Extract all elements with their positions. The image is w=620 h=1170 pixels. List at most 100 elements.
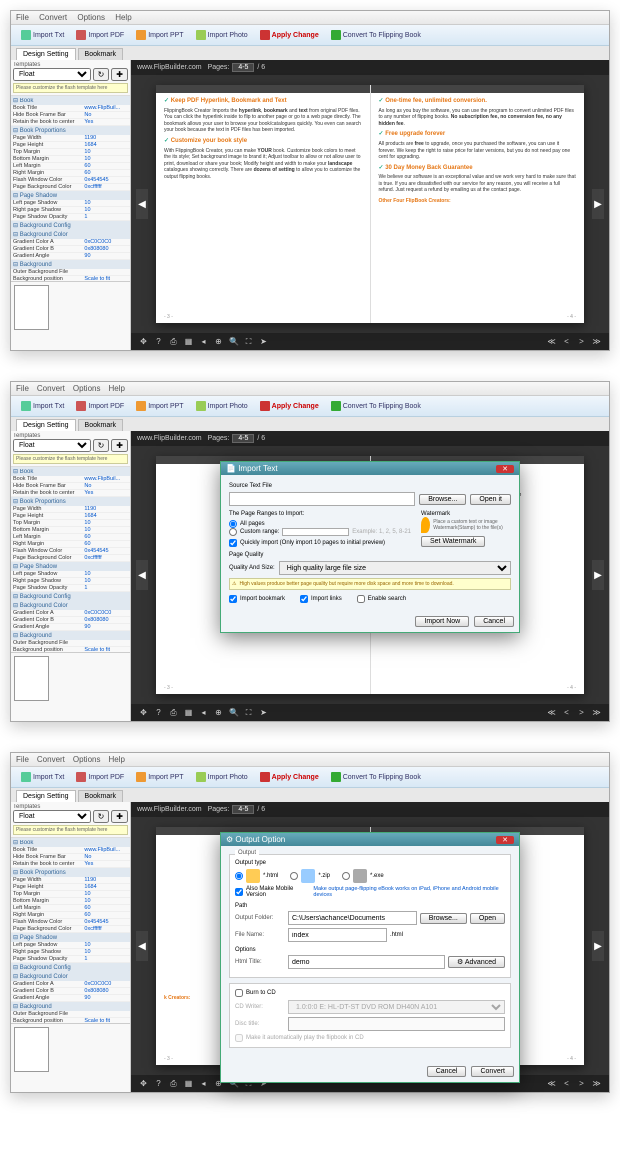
prop-row[interactable]: Background positionScale to fit [11,276,130,281]
prop-row[interactable]: Left page Shadow10 [11,200,130,207]
convert-button[interactable]: Convert To Flipping Book [326,28,426,42]
prop-row[interactable]: Page Height1684 [11,884,130,891]
prop-row[interactable]: Page Height1684 [11,513,130,520]
import-ppt-button[interactable]: Import PPT [131,399,188,413]
prop-row[interactable]: Page Width1190 [11,506,130,513]
prop-header[interactable]: ⊟ Background [11,260,130,269]
prop-row[interactable]: Right Margin60 [11,541,130,548]
zoom-icon[interactable]: ⊕ [214,337,223,346]
file-name-input[interactable] [288,928,387,942]
prop-row[interactable]: Hide Book Frame BarNo [11,854,130,861]
prop-row[interactable]: Page Shadow Opacity1 [11,214,130,221]
prop-row[interactable]: Background positionScale to fit [11,1018,130,1023]
prop-row[interactable]: Bottom Margin10 [11,898,130,905]
prop-row[interactable]: Left page Shadow10 [11,571,130,578]
prev-page-arrow[interactable]: ◀ [136,189,148,219]
prop-row[interactable]: Flash Window Color0x454545 [11,177,130,184]
sound-icon[interactable]: ◂ [199,337,208,346]
menu-convert[interactable]: Convert [39,13,67,22]
prop-row[interactable]: Outer Background File [11,1011,130,1018]
prop-row[interactable]: Right Margin60 [11,170,130,177]
prop-header[interactable]: ⊟ Book [11,838,130,847]
prop-header[interactable]: ⊟ Background Config [11,963,130,972]
html-radio[interactable] [235,872,243,880]
browse-folder-button[interactable]: Browse... [420,913,467,924]
prop-header[interactable]: ⊟ Background Config [11,592,130,601]
prop-header[interactable]: ⊟ Page Shadow [11,191,130,200]
prop-row[interactable]: Gradient Color B0x808080 [11,617,130,624]
source-file-input[interactable] [229,492,415,506]
import-photo-button[interactable]: Import Photo [191,399,253,413]
prop-row[interactable]: Page Height1684 [11,142,130,149]
prop-row[interactable]: Gradient Angle90 [11,253,130,260]
prop-row[interactable]: Page Shadow Opacity1 [11,956,130,963]
open-button[interactable]: Open it [470,494,511,505]
prop-row[interactable]: Retain the book to centerYes [11,490,130,497]
prop-row[interactable]: Left Margin60 [11,163,130,170]
all-pages-radio[interactable] [229,520,237,528]
prop-row[interactable]: Book Titlewww.FlipBuil... [11,847,130,854]
prop-row[interactable]: Book Titlewww.FlipBuil... [11,105,130,112]
zip-radio[interactable] [290,872,298,880]
advanced-button[interactable]: ⚙ Advanced [448,956,505,968]
import-pdf-button[interactable]: Import PDF [71,399,129,413]
prop-row[interactable]: Flash Window Color0x454545 [11,548,130,555]
prop-row[interactable]: Page Width1190 [11,877,130,884]
menu-help[interactable]: Help [115,13,131,22]
print-icon[interactable]: ⎙ [169,337,178,346]
prop-row[interactable]: Right page Shadow10 [11,207,130,214]
next-page-arrow[interactable]: ▶ [592,189,604,219]
prop-row[interactable]: Gradient Color B0x808080 [11,988,130,995]
prop-row[interactable]: Retain the book to centerYes [11,119,130,126]
html-title-input[interactable] [288,955,445,969]
prop-row[interactable]: Right page Shadow10 [11,949,130,956]
quality-select[interactable]: High quality large file size [279,561,511,575]
custom-range-radio[interactable] [229,528,237,536]
custom-range-input[interactable] [282,528,349,536]
apply-change-button[interactable]: Apply Change [255,399,324,413]
prop-row[interactable]: Hide Book Frame BarNo [11,112,130,119]
prop-row[interactable]: Hide Book Frame BarNo [11,483,130,490]
enable-search-checkbox[interactable] [357,595,365,603]
menu-file[interactable]: File [16,13,29,22]
prop-header[interactable]: ⊟ Background [11,1002,130,1011]
exe-radio[interactable] [342,872,350,880]
open-folder-button[interactable]: Open [470,913,505,924]
fullscreen-icon[interactable]: ⛶ [244,337,253,346]
cancel-button[interactable]: Cancel [474,616,514,627]
prop-row[interactable]: Page Width1190 [11,135,130,142]
prop-row[interactable]: Page Background Color0xcffffff [11,555,130,562]
prop-row[interactable]: Gradient Color B0x808080 [11,246,130,253]
prop-row[interactable]: Right page Shadow10 [11,578,130,585]
share-icon[interactable]: ➤ [259,337,268,346]
quick-import-checkbox[interactable] [229,539,237,547]
prop-row[interactable]: Flash Window Color0x454545 [11,919,130,926]
help-icon[interactable]: ? [154,337,163,346]
import-now-button[interactable]: Import Now [415,616,469,627]
prop-row[interactable]: Top Margin10 [11,520,130,527]
prop-row[interactable]: Retain the book to centerYes [11,861,130,868]
prop-header[interactable]: ⊟ Background Config [11,221,130,230]
prop-row[interactable]: Left page Shadow10 [11,942,130,949]
burn-cd-checkbox[interactable] [235,989,243,997]
prop-row[interactable]: Top Margin10 [11,891,130,898]
prop-row[interactable]: Gradient Color A0xC0C0C0 [11,610,130,617]
import-links-checkbox[interactable] [300,595,308,603]
prop-row[interactable]: Bottom Margin10 [11,527,130,534]
prop-header[interactable]: ⊟ Background Color [11,601,130,610]
prop-row[interactable]: Background positionScale to fit [11,647,130,652]
prop-header[interactable]: ⊟ Background Color [11,972,130,981]
prop-header[interactable]: ⊟ Book Proportions [11,126,130,135]
tab-bookmark[interactable]: Bookmark [78,48,124,60]
search-icon[interactable]: 🔍 [229,337,238,346]
menu-options[interactable]: Options [77,13,105,22]
prop-header[interactable]: ⊟ Background Color [11,230,130,239]
dialog-close-button[interactable]: ✕ [496,836,514,844]
template-refresh-button[interactable]: ↻ [93,68,110,81]
prop-row[interactable]: Outer Background File [11,640,130,647]
tab-design-setting[interactable]: Design Setting [16,48,76,60]
prop-row[interactable]: Gradient Angle90 [11,995,130,1002]
prop-row[interactable]: Gradient Color A0xC0C0C0 [11,239,130,246]
prop-header[interactable]: ⊟ Book Proportions [11,497,130,506]
prop-row[interactable]: Left Margin60 [11,534,130,541]
